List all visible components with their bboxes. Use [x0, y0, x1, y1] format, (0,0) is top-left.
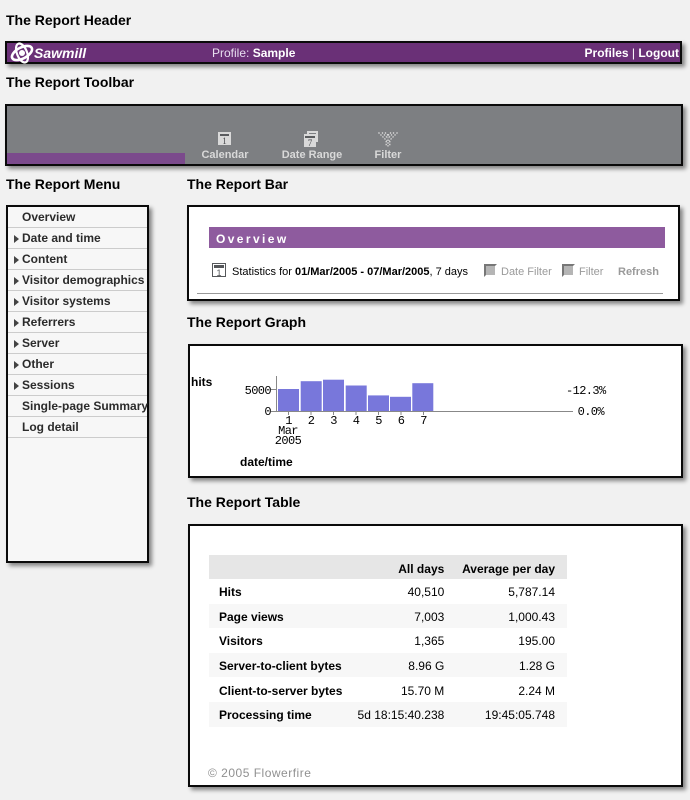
svg-text:6: 6 — [398, 414, 405, 428]
svg-text:2: 2 — [308, 414, 315, 428]
svg-text:4: 4 — [353, 414, 360, 428]
svg-text:7: 7 — [420, 414, 427, 428]
svg-text:0.0%: 0.0% — [578, 405, 606, 419]
svg-text:3: 3 — [330, 414, 337, 428]
svg-text:0: 0 — [264, 405, 271, 419]
svg-text:2005: 2005 — [275, 434, 302, 448]
svg-text:-12.3%: -12.3% — [566, 384, 607, 398]
svg-text:5: 5 — [375, 414, 382, 428]
svg-text:5000: 5000 — [245, 384, 272, 398]
